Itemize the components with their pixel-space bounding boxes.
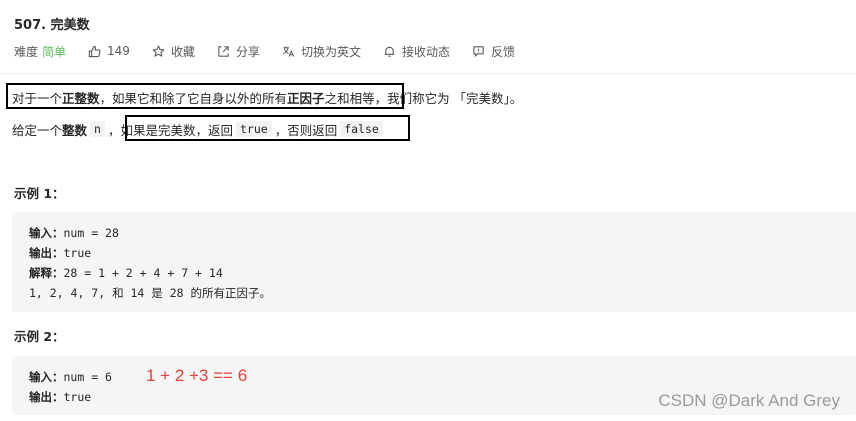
header-divider xyxy=(0,73,856,74)
difficulty-label: 难度 xyxy=(14,44,39,59)
example-1-input-row: 输入：num = 28 xyxy=(29,223,856,243)
feedback-icon xyxy=(473,45,484,57)
example-2-output-label: 输出： xyxy=(29,390,64,404)
desc2-code-true: true xyxy=(235,121,272,137)
example-2-input-label: 输入： xyxy=(29,370,64,384)
example-2-title: 示例 2： xyxy=(14,329,65,344)
desc2-bold-integer: 整数 xyxy=(62,122,88,138)
desc1-bold-positive-integer: 正整数 xyxy=(62,90,100,106)
example-1-output-value: true xyxy=(63,246,92,260)
example-2-input-value: num = 6 xyxy=(63,370,112,384)
problem-meta-bar: 难度 简单 149 收藏 分享 切换为英文 接收动态 反馈 xyxy=(14,42,537,60)
like-count: 149 xyxy=(107,44,130,58)
desc1-text-1: 对于一个 xyxy=(12,90,63,106)
subscribe-label: 接收动态 xyxy=(401,44,450,59)
star-icon xyxy=(152,45,165,57)
example-1-explain-line-2: 1, 2, 4, 7, 和 14 是 28 的所有正因子。 xyxy=(29,286,271,300)
translate-icon xyxy=(283,45,295,57)
example-1-block: 输入：num = 28 输出：true 解释：28 = 1 + 2 + 4 + … xyxy=(12,212,856,312)
feedback-button[interactable]: 反馈 xyxy=(472,43,515,60)
favorite-button[interactable]: 收藏 xyxy=(152,43,195,60)
favorite-label: 收藏 xyxy=(170,44,195,59)
feedback-label: 反馈 xyxy=(491,44,516,59)
example-1-explain-value: 28 = 1 + 2 + 4 + 7 + 14 xyxy=(63,266,223,280)
example-2-output-value: true xyxy=(63,390,92,404)
desc2-text-2: ，如果是完美数，返回 xyxy=(107,122,233,138)
problem-title: 507. 完美数 xyxy=(14,18,90,33)
desc1-text-3: 之和相等，我们称它为 「完美数」。 xyxy=(324,90,523,106)
share-icon xyxy=(218,45,229,57)
description-line-2: 给定一个 整数 n ，如果是完美数，返回 true ，否则返回 false xyxy=(12,118,386,140)
example-1-explain-row: 解释：28 = 1 + 2 + 4 + 7 + 14 xyxy=(29,263,856,283)
desc2-text-1: 给定一个 xyxy=(12,122,63,138)
share-label: 分享 xyxy=(235,44,260,59)
difficulty-value: 简单 xyxy=(42,44,67,59)
example-1-title: 示例 1： xyxy=(14,186,65,201)
desc2-code-false: false xyxy=(340,121,383,137)
share-button[interactable]: 分享 xyxy=(217,43,260,60)
red-annotation: 1 + 2 +3 == 6 xyxy=(146,366,248,385)
like-button[interactable]: 149 xyxy=(88,44,130,58)
csdn-watermark: CSDN @Dark And Grey xyxy=(658,391,840,410)
description-line-1: 对于一个 正整数 ，如果它和除了它自身以外的所有 正因子 之和相等，我们称它为 … xyxy=(12,86,522,108)
switch-language-label: 切换为英文 xyxy=(300,44,361,59)
desc1-text-2: ，如果它和除了它自身以外的所有 xyxy=(99,90,288,106)
example-1-output-row: 输出：true xyxy=(29,243,856,263)
example-1-input-label: 输入： xyxy=(29,226,64,240)
bell-icon xyxy=(384,46,395,57)
example-1-output-label: 输出： xyxy=(29,246,64,260)
desc1-bold-factor: 正因子 xyxy=(287,90,325,106)
desc2-text-3: ，否则返回 xyxy=(274,122,338,138)
subscribe-button[interactable]: 接收动态 xyxy=(383,43,450,60)
thumbs-up-icon xyxy=(88,45,101,57)
example-1-input-value: num = 28 xyxy=(63,226,119,240)
desc2-code-n: n xyxy=(90,121,105,137)
switch-language-button[interactable]: 切换为英文 xyxy=(282,43,361,60)
example-1-explain-label: 解释： xyxy=(29,266,64,280)
